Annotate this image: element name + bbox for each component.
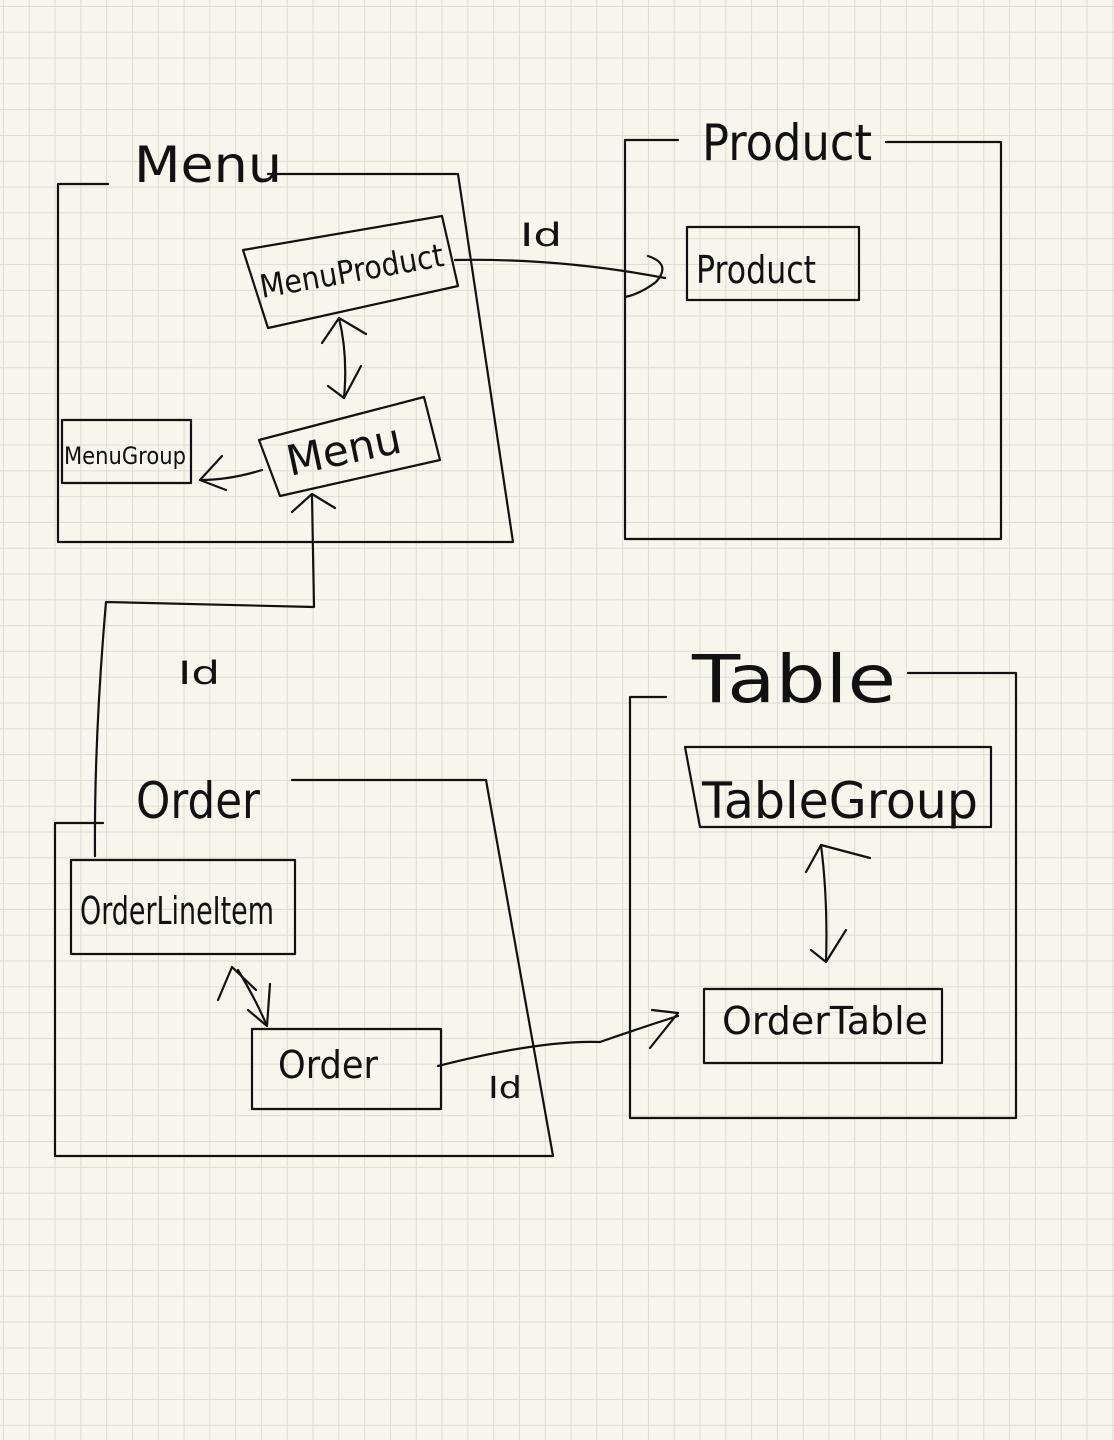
relation-label: Id bbox=[178, 654, 220, 692]
relation-line bbox=[453, 258, 667, 280]
menu-entity: Menu bbox=[257, 395, 442, 498]
table-group-label: TableGroup bbox=[701, 772, 978, 830]
table-context-border bbox=[628, 671, 1018, 1120]
relation-label: Id bbox=[488, 1071, 522, 1106]
order-line-item-order-arrow bbox=[216, 965, 272, 1028]
order-line-item-label: OrderLineItem bbox=[80, 889, 274, 933]
product-context: Product Product bbox=[623, 114, 1003, 541]
arrow-head-down bbox=[809, 928, 848, 964]
diagram-canvas: Menu MenuProduct Menu MenuGroup Product … bbox=[53, 114, 1018, 1158]
relation-line bbox=[436, 1014, 680, 1068]
table-group-order-table-arrow bbox=[804, 843, 872, 964]
menu-group-entity: MenuGroup bbox=[60, 418, 193, 485]
menu-product-to-product-relation: Id bbox=[453, 216, 667, 299]
order-context-title: Order bbox=[136, 772, 260, 830]
order-context-border bbox=[53, 778, 555, 1158]
order-table-label: OrderTable bbox=[722, 999, 928, 1043]
order-entity: Order bbox=[250, 1027, 443, 1111]
order-table-entity: OrderTable bbox=[702, 987, 944, 1065]
arrow-shaft bbox=[337, 316, 347, 400]
menu-product-entity: MenuProduct bbox=[241, 214, 460, 330]
arrow-head-up bbox=[216, 965, 258, 1002]
menu-label: Menu bbox=[282, 414, 406, 486]
arrow-shaft bbox=[198, 468, 264, 482]
table-context: Table TableGroup OrderTable bbox=[628, 641, 1018, 1120]
menu-group-label: MenuGroup bbox=[64, 442, 186, 470]
relation-arrow-head bbox=[648, 1008, 680, 1050]
product-entity: Product bbox=[685, 225, 861, 302]
menu-to-menu-group-arrow bbox=[198, 454, 264, 492]
arrow-head-up bbox=[804, 843, 872, 874]
order-label: Order bbox=[278, 1043, 378, 1087]
product-context-border bbox=[623, 138, 1003, 541]
menu-product-menu-arrow bbox=[320, 316, 368, 400]
table-context-title: Table bbox=[691, 641, 896, 718]
product-context-title: Product bbox=[702, 114, 872, 172]
menu-context-title: Menu bbox=[134, 136, 282, 194]
product-label: Product bbox=[696, 248, 816, 292]
relation-arrow-head bbox=[290, 492, 337, 514]
menu-context: Menu MenuProduct Menu MenuGroup bbox=[56, 136, 515, 544]
order-line-item-entity: OrderLineItem bbox=[69, 858, 297, 956]
arrow-head bbox=[198, 454, 228, 492]
order-to-order-table-relation: Id bbox=[436, 1008, 680, 1106]
arrow-shaft bbox=[819, 843, 828, 964]
order-context: Order OrderLineItem Order bbox=[53, 772, 555, 1158]
arrow-head-down bbox=[246, 982, 272, 1028]
table-group-entity: TableGroup bbox=[683, 745, 993, 830]
relation-label: Id bbox=[520, 216, 562, 254]
